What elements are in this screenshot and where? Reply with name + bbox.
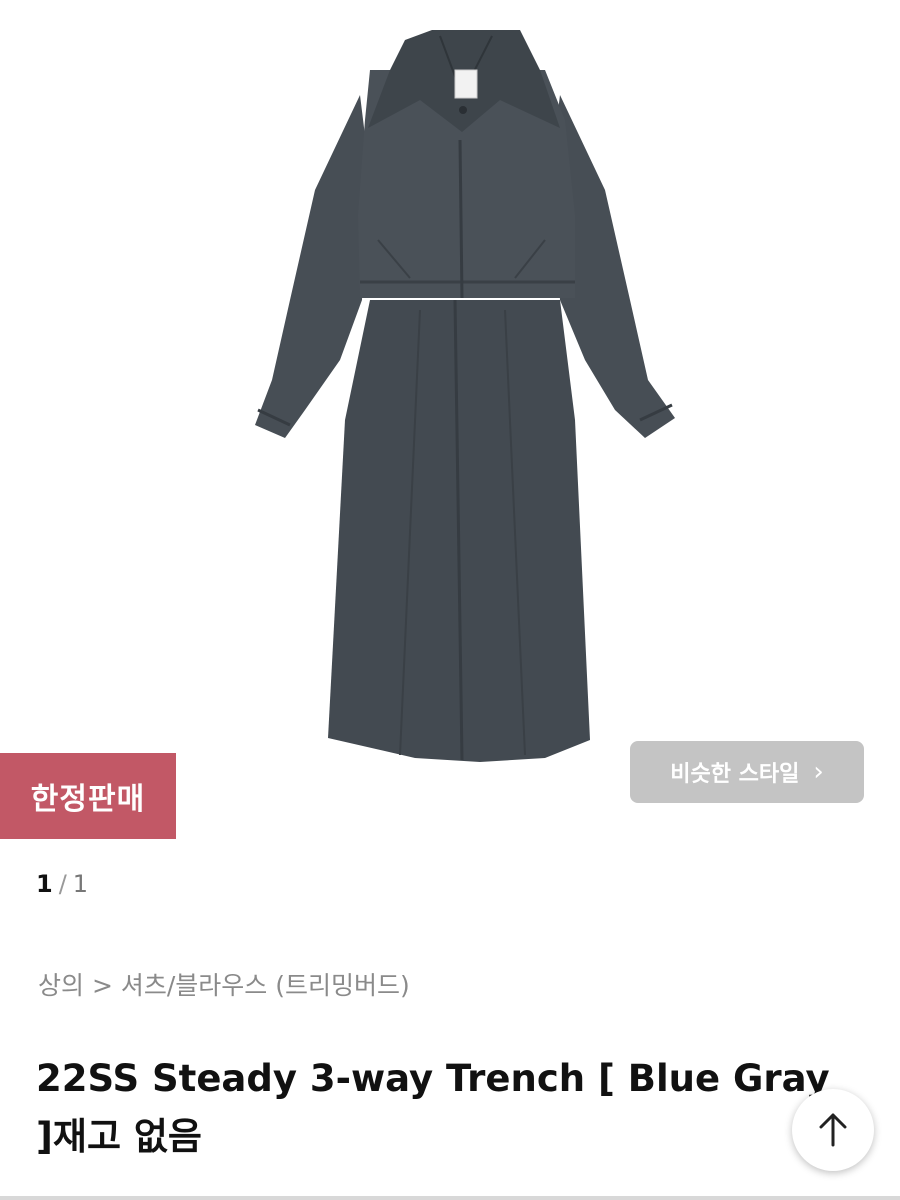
left-sleeve	[255, 95, 368, 438]
image-pager: 1/1	[36, 870, 88, 898]
similar-style-button[interactable]: 비슷한 스타일 ›	[630, 741, 864, 803]
pager-current: 1	[36, 870, 53, 898]
pager-total: 1	[72, 870, 89, 898]
breadcrumb-category[interactable]: 상의	[38, 971, 84, 1000]
product-detail-page: 한정판매 비슷한 스타일 › 1/1 상의 > 셔츠/블라우스 (트리밍버드) …	[0, 0, 900, 1200]
pager-separator: /	[58, 870, 67, 898]
arrow-up-icon	[819, 1113, 847, 1147]
chevron-right-icon: ›	[813, 757, 824, 787]
trench-coat-illustration	[255, 30, 675, 762]
breadcrumb-brand[interactable]: (트리밍버드)	[275, 971, 410, 1000]
breadcrumb: 상의 > 셔츠/블라우스 (트리밍버드)	[38, 966, 410, 1002]
product-title: 22SS Steady 3-way Trench [ Blue Gray ]재고…	[36, 1057, 830, 1158]
product-image[interactable]	[0, 0, 900, 840]
bottom-divider	[0, 1196, 900, 1200]
breadcrumb-subcategory[interactable]: 셔츠/블라우스	[121, 971, 267, 1000]
scroll-to-top-button[interactable]	[792, 1089, 874, 1171]
similar-style-label: 비슷한 스타일	[670, 762, 800, 787]
breadcrumb-arrow: >	[91, 971, 113, 1000]
limited-sale-badge: 한정판매	[0, 753, 176, 839]
